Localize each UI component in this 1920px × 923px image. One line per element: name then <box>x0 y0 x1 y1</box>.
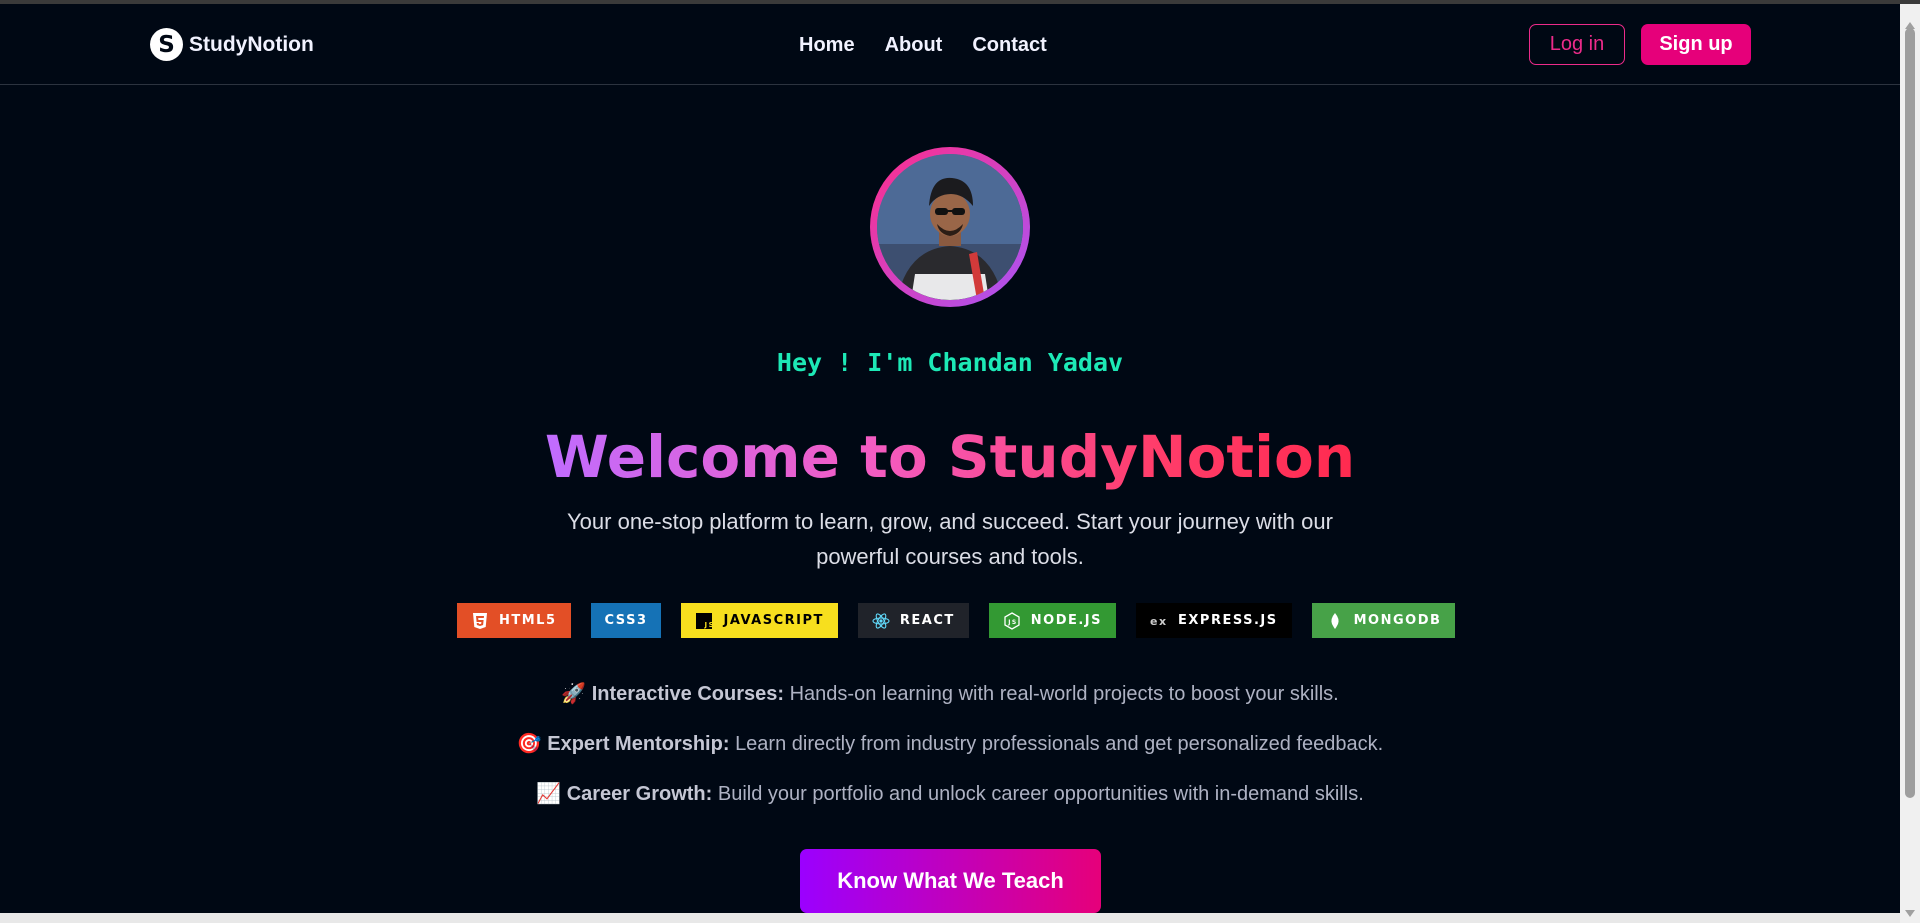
feature-title: Expert Mentorship: <box>547 733 730 755</box>
react-icon <box>872 612 890 629</box>
page-title: Welcome to StudyNotion <box>0 420 1900 494</box>
mongodb-icon <box>1331 612 1339 629</box>
feature-item: 🎯 Expert Mentorship: Learn directly from… <box>0 729 1900 779</box>
badge-label: HTML5 <box>499 613 557 628</box>
badge-css3: CSS3 <box>590 603 662 638</box>
target-icon: 🎯 <box>516 733 542 755</box>
nav-links: Home About Contact <box>799 34 1047 57</box>
profile-photo-illustration <box>877 154 1023 300</box>
nav-link-home[interactable]: Home <box>799 34 855 57</box>
tech-badges: HTML5 CSS3 JS JAVASCRIPT REACT JS NODE.J… <box>457 603 1456 638</box>
scroll-down-arrow-icon[interactable] <box>1905 910 1915 917</box>
badge-express: ex EXPRESS.JS <box>1136 603 1292 638</box>
express-icon: ex <box>1150 615 1168 628</box>
login-button[interactable]: Log in <box>1529 24 1625 65</box>
nav-link-contact[interactable]: Contact <box>972 34 1046 57</box>
logo-icon: S <box>150 28 183 61</box>
hero-subtitle: Your one-stop platform to learn, grow, a… <box>567 509 1333 569</box>
javascript-icon: JS <box>696 612 714 629</box>
feature-list: 🚀 Interactive Courses: Hands-on learning… <box>0 679 1900 829</box>
nav-link-about[interactable]: About <box>885 34 943 57</box>
badge-mongodb: MONGODB <box>1311 603 1456 638</box>
badge-nodejs: JS NODE.JS <box>988 603 1117 638</box>
feature-item: 🚀 Interactive Courses: Hands-on learning… <box>0 679 1900 729</box>
svg-text:ex: ex <box>1150 615 1168 628</box>
badge-label: JAVASCRIPT <box>723 613 824 628</box>
brand-logo[interactable]: S StudyNotion <box>150 28 314 61</box>
badge-label: NODE.JS <box>1030 613 1103 628</box>
horizontal-scrollbar[interactable] <box>0 913 1900 923</box>
badge-label: CSS3 <box>604 613 648 628</box>
feature-title: Career Growth: <box>566 783 713 805</box>
vertical-scrollbar[interactable] <box>1900 4 1920 923</box>
navbar: S StudyNotion Home About Contact Log in … <box>0 4 1900 85</box>
know-what-we-teach-button[interactable]: Know What We Teach <box>800 849 1101 913</box>
feature-text: Hands-on learning with real-world projec… <box>789 683 1339 705</box>
feature-text: Build your portfolio and unlock career o… <box>717 783 1364 805</box>
feature-text: Learn directly from industry professiona… <box>735 733 1384 755</box>
signup-button[interactable]: Sign up <box>1641 24 1751 65</box>
svg-text:JS: JS <box>1007 619 1018 626</box>
avatar <box>877 154 1023 300</box>
badge-html5: HTML5 <box>457 603 571 638</box>
greeting: Hey ! I'm Chandan Yadav <box>776 348 1124 377</box>
html5-icon <box>473 612 487 629</box>
brand-name: StudyNotion <box>189 32 314 56</box>
badge-label: REACT <box>899 613 955 628</box>
badge-label: EXPRESS.JS <box>1178 613 1278 628</box>
scroll-thumb[interactable] <box>1905 28 1915 798</box>
avatar-ring <box>870 147 1030 307</box>
nodejs-icon: JS <box>1004 611 1020 630</box>
badge-label: MONGODB <box>1353 613 1442 628</box>
chart-up-icon: 📈 <box>536 783 562 805</box>
svg-text:JS: JS <box>704 621 714 629</box>
feature-item: 📈 Career Growth: Build your portfolio an… <box>0 779 1900 829</box>
rocket-icon: 🚀 <box>561 683 587 705</box>
badge-javascript: JS JAVASCRIPT <box>681 603 838 638</box>
badge-react: REACT <box>857 603 969 638</box>
page-title-text: Welcome to StudyNotion <box>544 423 1356 491</box>
feature-title: Interactive Courses: <box>591 683 785 705</box>
